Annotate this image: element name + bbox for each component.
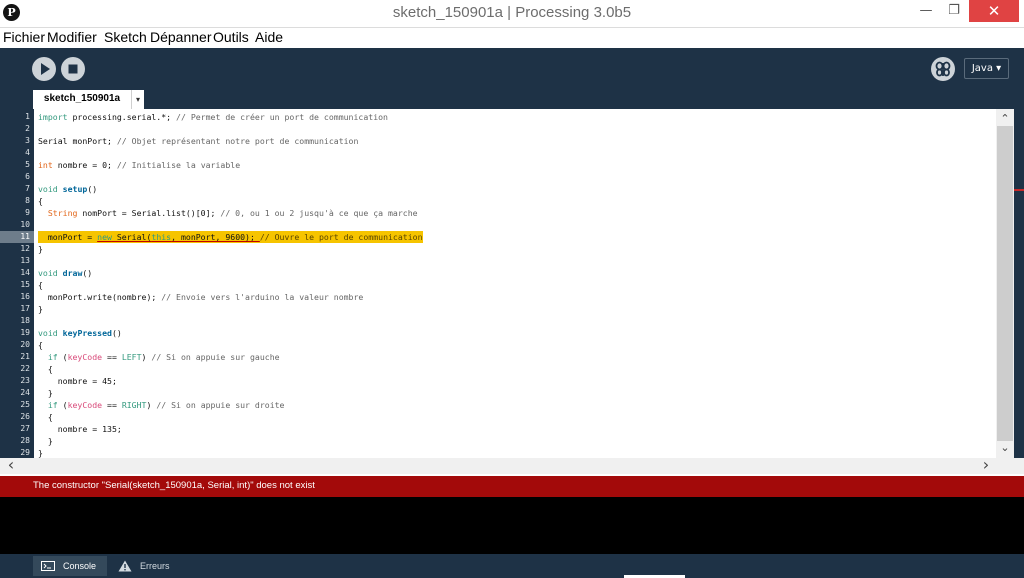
menu-sketch[interactable]: Sketch [104,29,147,45]
line-number: 22 [20,364,30,373]
debug-button[interactable] [931,57,955,81]
warning-icon [118,560,132,572]
tab-menu-button[interactable]: ▾ [131,90,144,109]
code-line: { [38,196,43,206]
code-editor[interactable]: 1 2 3 4 5 6 7 8 9 10 11 12 13 14 15 16 1… [0,109,1024,458]
code-line: } [38,304,43,314]
toolbar: Java ▾ [0,48,1024,90]
scroll-up-icon[interactable]: ⌃ [996,111,1014,127]
horizontal-scroll-thumb[interactable] [16,460,981,472]
line-number: 20 [20,340,30,349]
mode-selector[interactable]: Java ▾ [964,58,1009,79]
tab-errors[interactable]: Erreurs [110,556,180,576]
menu-depanner[interactable]: Dépanner [150,29,212,45]
code-line: int nombre = 0; // Initialise la variabl… [38,160,241,170]
line-number: 25 [20,400,30,409]
line-number: 27 [20,424,30,433]
code-line: monPort.write(nombre); // Envoie vers l'… [38,292,364,302]
menu-fichier[interactable]: Fichier [3,29,45,45]
code-line: if (keyCode == LEFT) // Si on appuie sur… [47,352,280,362]
horizontal-scrollbar[interactable]: ‹ › [0,457,1024,474]
maximize-button[interactable]: ❐ [940,0,968,22]
tab-bar: sketch_150901a ▾ [0,90,1024,109]
code-line: void setup() [38,184,98,194]
code-line-highlighted: monPort = new Serial(this, monPort, 9600… [38,231,423,243]
run-button[interactable] [32,57,56,81]
line-number: 10 [20,220,30,229]
stop-button[interactable] [61,57,85,81]
butterfly-icon [935,61,951,77]
code-line: } [38,436,53,446]
code-line: } [38,448,43,458]
scroll-down-icon[interactable]: ⌄ [996,440,1014,456]
line-number: 3 [25,136,30,145]
code-line: void keyPressed() [38,328,122,338]
footer-bar: Console Erreurs [0,554,1024,578]
vertical-scrollbar[interactable]: ⌃ ⌄ [996,109,1014,458]
code-line: nombre = 135; [38,424,122,434]
scroll-right-icon[interactable]: › [977,457,995,474]
code-line: nombre = 45; [38,376,117,386]
error-marker[interactable] [1014,189,1024,191]
menu-aide[interactable]: Aide [255,29,283,45]
tab-console[interactable]: Console [33,556,107,576]
line-number: 28 [20,436,30,445]
console-icon [41,561,55,571]
code-line: { [38,412,53,422]
line-number: 1 [25,112,30,121]
window-title: sketch_150901a | Processing 3.0b5 [392,4,632,21]
line-number: 12 [20,244,30,253]
line-number: 4 [25,148,30,157]
tab-console-label: Console [63,561,97,571]
line-number: 8 [25,196,30,205]
error-message: The constructor "Serial(sketch_150901a, … [33,480,315,491]
play-icon [41,63,50,75]
title-bar: P sketch_150901a | Processing 3.0b5 — ❐ … [0,0,1024,28]
code-line: } [38,244,43,254]
code-line: { [38,340,43,350]
tab-sketch[interactable]: sketch_150901a [33,90,131,109]
console-output[interactable] [0,497,1024,554]
line-number: 9 [25,208,30,217]
line-number: 15 [20,280,30,289]
line-number: 19 [20,328,30,337]
code-line: import processing.serial.*; // Permet de… [38,112,388,122]
line-number: 7 [25,184,30,193]
stop-icon [68,64,78,74]
line-number: 23 [20,376,30,385]
code-line: } [38,388,53,398]
line-number-gutter: 1 2 3 4 5 6 7 8 9 10 11 12 13 14 15 16 1… [0,109,34,458]
code-line: { [38,280,43,290]
line-number-current: 11 [0,231,34,243]
line-number: 2 [25,124,30,133]
error-column [1014,109,1024,458]
line-number: 14 [20,268,30,277]
code-line: void draw() [38,268,93,278]
line-number: 17 [20,304,30,313]
line-number: 18 [20,316,30,325]
line-number: 16 [20,292,30,301]
code-area[interactable]: import processing.serial.*; // Permet de… [34,109,996,458]
line-number: 6 [25,172,30,181]
vertical-scroll-thumb[interactable] [997,126,1013,441]
line-number: 26 [20,412,30,421]
line-number: 24 [20,388,30,397]
error-status-bar: The constructor "Serial(sketch_150901a, … [0,476,1024,497]
close-button[interactable]: ✕ [969,0,1019,22]
menu-outils[interactable]: Outils [213,29,249,45]
code-line: { [38,364,53,374]
menu-modifier[interactable]: Modifier [47,29,97,45]
minimize-button[interactable]: — [912,0,940,22]
line-number: 5 [25,160,30,169]
menu-bar: Fichier Modifier Sketch Dépanner Outils … [0,28,1024,48]
code-line: if (keyCode == RIGHT) // Si on appuie su… [47,400,285,410]
line-number: 13 [20,256,30,265]
code-line: String nomPort = Serial.list()[0]; // 0,… [47,208,418,218]
tab-errors-label: Erreurs [140,561,170,571]
code-line: Serial monPort; // Objet représentant no… [38,136,359,146]
line-number: 21 [20,352,30,361]
